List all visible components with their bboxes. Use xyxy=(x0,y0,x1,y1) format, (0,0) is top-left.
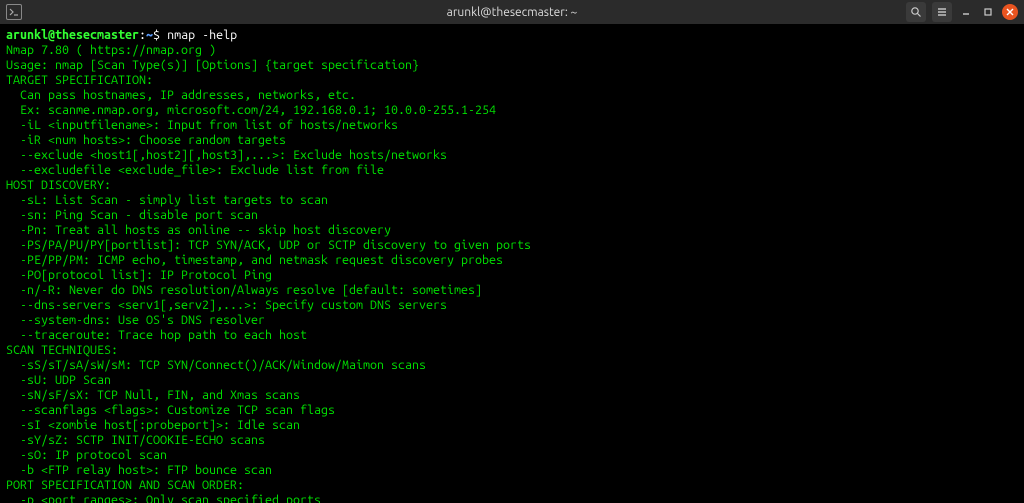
search-button[interactable] xyxy=(906,2,926,22)
minimize-button[interactable] xyxy=(958,4,974,20)
prompt-dollar: $ xyxy=(153,28,167,42)
window-titlebar: arunkl@thesecmaster: ~ xyxy=(0,0,1024,24)
maximize-button[interactable] xyxy=(980,4,996,20)
prompt-separator-colon: : xyxy=(139,28,146,42)
terminal-body[interactable]: arunkl@thesecmaster:~$ nmap -help Nmap 7… xyxy=(0,24,1024,503)
titlebar-controls xyxy=(906,2,1024,22)
terminal-icon xyxy=(6,4,22,20)
prompt-path: ~ xyxy=(146,28,153,42)
close-button[interactable] xyxy=(1002,4,1018,20)
prompt-user-host: arunkl@thesecmaster xyxy=(6,28,139,42)
hamburger-menu-button[interactable] xyxy=(932,2,952,22)
titlebar-app-icon-slot xyxy=(0,4,28,20)
command-output: Nmap 7.80 ( https://nmap.org ) Usage: nm… xyxy=(6,43,531,503)
window-title: arunkl@thesecmaster: ~ xyxy=(0,6,1024,19)
entered-command: nmap -help xyxy=(167,28,237,42)
